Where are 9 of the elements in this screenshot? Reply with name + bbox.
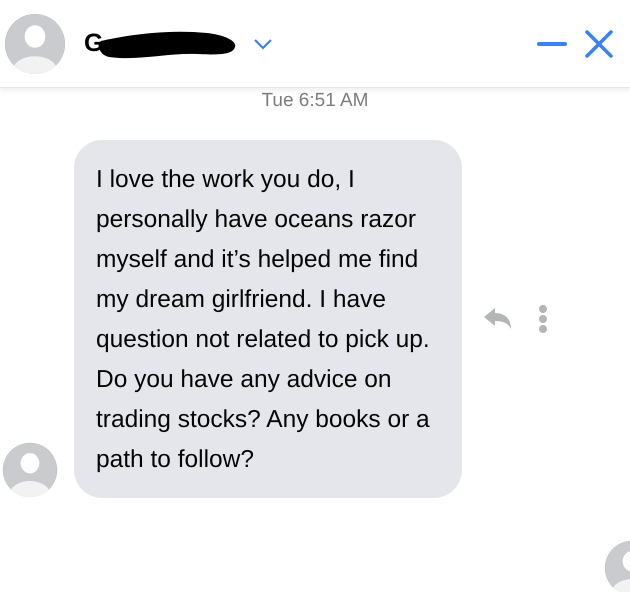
close-icon	[584, 28, 614, 58]
minimize-icon	[536, 40, 568, 46]
message-timestamp: Tue 6:51 AM	[261, 90, 369, 112]
chevron-down-icon[interactable]	[253, 38, 274, 50]
reply-icon[interactable]	[484, 308, 512, 330]
more-options-icon[interactable]	[538, 305, 548, 333]
message-bubble: I love the work you do, I personally have oceans razor myself and it’s helped me find my dream girlfriend. I have question not related to pick up. Do you have any advice on trading stocks? Any books or a path to follow?	[74, 140, 462, 498]
avatar-icon	[2, 442, 58, 498]
avatar-icon	[4, 12, 66, 74]
